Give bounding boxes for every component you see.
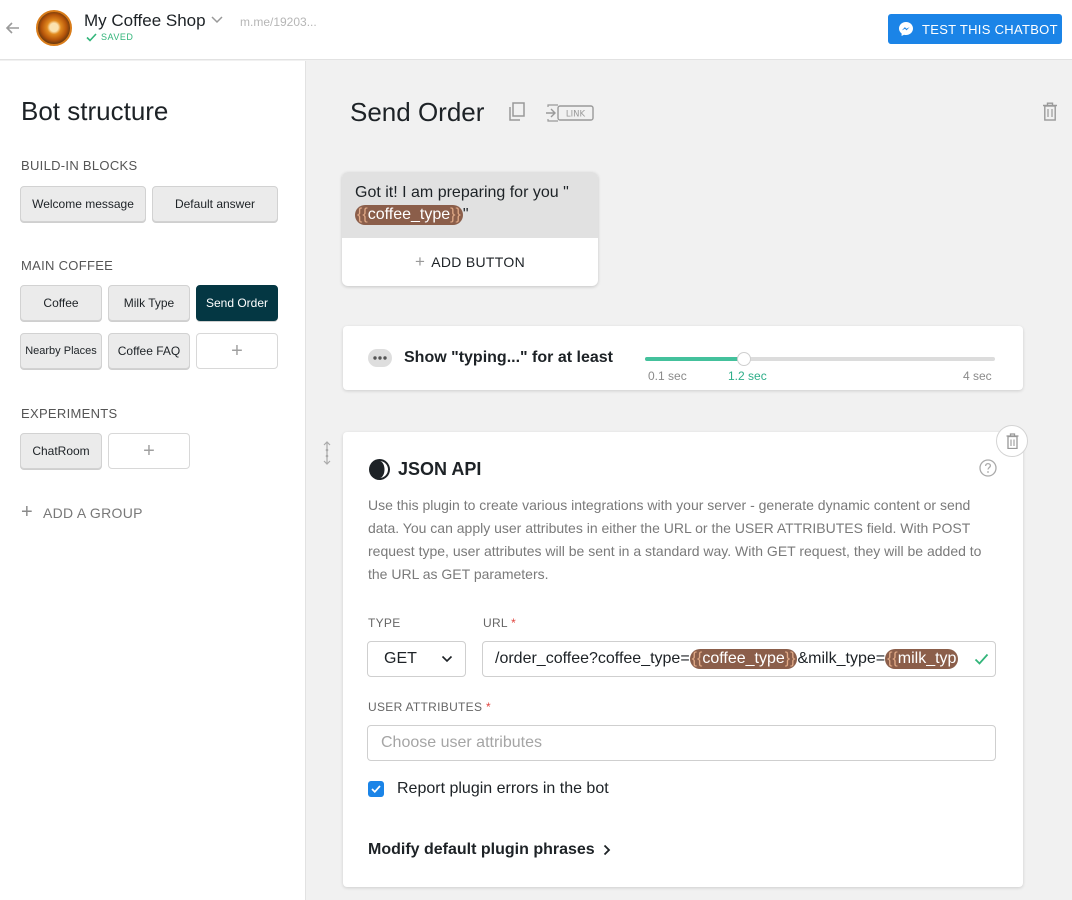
- group-label-experiments[interactable]: EXPERIMENTS: [21, 406, 117, 421]
- help-icon[interactable]: [979, 459, 997, 477]
- add-button[interactable]: + ADD BUTTON: [342, 238, 598, 286]
- block-coffee[interactable]: Coffee: [20, 285, 102, 321]
- url-label-text: URL: [483, 616, 508, 630]
- attribute-name: milk_typ: [897, 650, 957, 667]
- add-block-button[interactable]: +: [108, 433, 190, 469]
- trash-icon: [1006, 433, 1018, 449]
- back-arrow-icon[interactable]: [3, 18, 23, 38]
- report-errors-checkbox-row[interactable]: Report plugin errors in the bot: [368, 780, 609, 798]
- text-message-card: Got it! I am preparing for you " {{coffe…: [342, 172, 598, 286]
- typing-slider-track[interactable]: [645, 352, 995, 366]
- group-label-main-coffee[interactable]: MAIN COFFEE: [21, 258, 113, 273]
- chevron-down-icon: [441, 655, 453, 663]
- url-label: URL *: [483, 616, 517, 630]
- plus-icon: +: [415, 252, 426, 271]
- bot-name[interactable]: My Coffee Shop: [84, 11, 206, 31]
- chevron-down-icon[interactable]: [210, 15, 224, 25]
- modify-phrases-link[interactable]: Modify default plugin phrases: [368, 841, 611, 859]
- block-chatroom[interactable]: ChatRoom: [20, 433, 102, 469]
- modify-phrases-label: Modify default plugin phrases: [368, 841, 595, 858]
- bot-url[interactable]: m.me/19203...: [240, 15, 317, 29]
- json-api-card: JSON API Use this plugin to create vario…: [343, 432, 1023, 887]
- bot-structure-sidebar: Bot structure BUILD-IN BLOCKS Welcome me…: [0, 61, 306, 900]
- add-group-label: ADD A GROUP: [42, 504, 143, 521]
- user-attributes-label-text: USER ATTRIBUTES: [368, 700, 483, 714]
- attribute-chip[interactable]: {{coffee_type}}: [689, 649, 798, 669]
- delete-plugin-button[interactable]: [996, 425, 1028, 457]
- attribute-chip[interactable]: {{coffee_type}}: [355, 205, 463, 225]
- check-icon: [86, 32, 97, 42]
- delete-block-icon[interactable]: [1042, 102, 1058, 121]
- typing-dots-icon: [368, 349, 392, 367]
- block-welcome-message[interactable]: Welcome message: [20, 186, 146, 222]
- test-chatbot-button[interactable]: TEST THIS CHATBOT: [888, 14, 1062, 44]
- url-input[interactable]: /order_coffee?coffee_type= {{coffee_type}…: [482, 641, 996, 677]
- json-api-title: JSON API: [398, 459, 482, 479]
- message-text[interactable]: Got it! I am preparing for you " {{coffe…: [342, 172, 598, 238]
- block-default-answer[interactable]: Default answer: [152, 186, 278, 222]
- message-text-suffix: ": [462, 206, 469, 223]
- user-attributes-label: USER ATTRIBUTES *: [368, 700, 491, 714]
- typing-slider-fill: [645, 357, 744, 361]
- message-text-prefix: Got it! I am preparing for you ": [355, 184, 569, 201]
- chevron-right-icon: [603, 844, 610, 856]
- add-button-label: ADD BUTTON: [431, 254, 525, 270]
- json-api-description: Use this plugin to create various integr…: [368, 497, 982, 582]
- copy-icon[interactable]: [508, 102, 526, 122]
- group-label-build-in-blocks[interactable]: BUILD-IN BLOCKS: [21, 158, 137, 173]
- block-send-order[interactable]: Send Order: [196, 285, 278, 321]
- typing-slider-handle[interactable]: [736, 352, 751, 366]
- attribute-chip[interactable]: {{milk_typ: [885, 649, 959, 669]
- typing-card: Show "typing..." for at least 0.1 sec 1.…: [343, 326, 1023, 390]
- url-part-1: /order_coffee?coffee_type=: [495, 650, 690, 667]
- saved-status: SAVED: [86, 32, 133, 42]
- valid-check-icon: [974, 652, 989, 666]
- drag-handle-icon[interactable]: [322, 441, 332, 465]
- request-type-select[interactable]: GET: [367, 641, 466, 677]
- link-icon[interactable]: LINK: [545, 104, 595, 122]
- plus-icon: +: [21, 501, 33, 523]
- slider-max-label: 4 sec: [963, 369, 992, 383]
- svg-text:LINK: LINK: [566, 110, 586, 120]
- saved-label: SAVED: [101, 32, 134, 42]
- test-chatbot-label: TEST THIS CHATBOT: [922, 21, 1058, 37]
- attribute-name: coffee_type: [367, 206, 451, 223]
- report-errors-label: Report plugin errors in the bot: [397, 780, 609, 797]
- block-nearby-places[interactable]: Nearby Places: [20, 333, 102, 369]
- messenger-icon: [899, 22, 913, 36]
- report-errors-checkbox[interactable]: [368, 781, 384, 797]
- checkmark-icon: [371, 785, 381, 793]
- typing-label: Show "typing..." for at least: [404, 349, 613, 366]
- user-attributes-input[interactable]: Choose user attributes: [367, 725, 996, 761]
- bot-avatar[interactable]: [36, 10, 72, 46]
- slider-value-label: 1.2 sec: [728, 369, 767, 383]
- block-title[interactable]: Send Order: [350, 97, 484, 128]
- block-milk-type[interactable]: Milk Type: [108, 285, 190, 321]
- request-type-value: GET: [384, 650, 417, 667]
- sidebar-title: Bot structure: [21, 96, 169, 126]
- block-coffee-faq[interactable]: Coffee FAQ: [108, 333, 190, 369]
- add-group-button[interactable]: + ADD A GROUP: [21, 501, 143, 524]
- type-label: TYPE: [368, 616, 401, 630]
- top-bar: My Coffee Shop SAVED m.me/19203... TEST …: [0, 0, 1072, 60]
- slider-min-label: 0.1 sec: [648, 369, 687, 383]
- attribute-name: coffee_type: [702, 650, 785, 667]
- json-api-logo-icon: [369, 459, 390, 480]
- url-part-2: &milk_type=: [797, 650, 886, 667]
- add-block-button[interactable]: +: [196, 333, 278, 369]
